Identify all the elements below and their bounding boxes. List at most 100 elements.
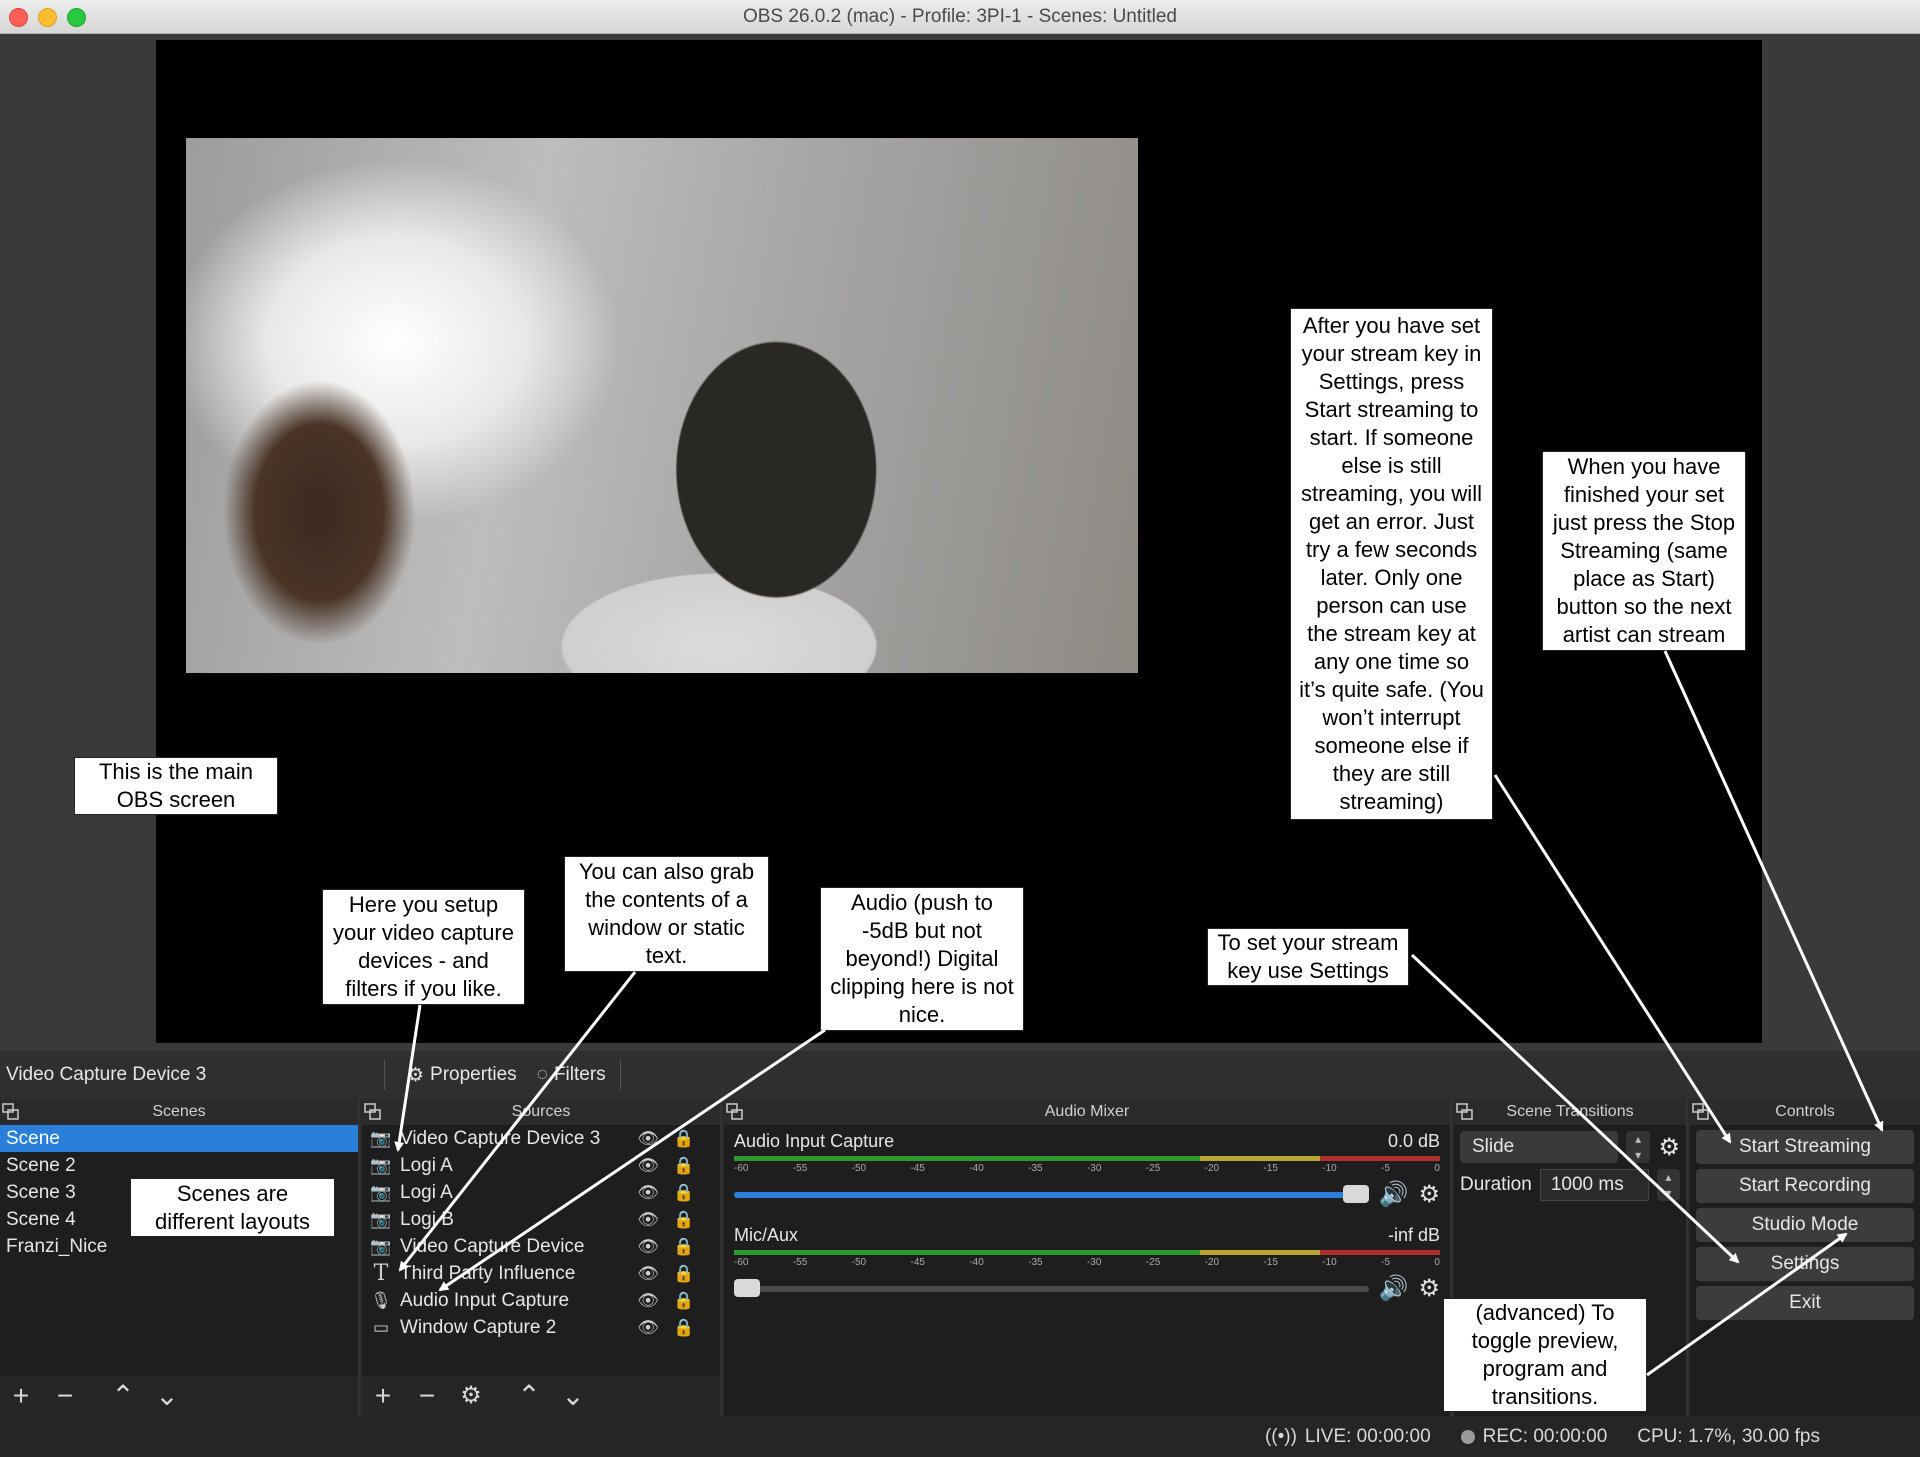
transition-select[interactable]: Slide [1460,1131,1618,1163]
sources-list: 📷 Video Capture Device 3 👁 🔒 📷 Logi A 👁 … [362,1125,720,1341]
visibility-eye-icon[interactable]: 👁 [630,1156,666,1176]
studio-mode-button[interactable]: Studio Mode [1696,1208,1914,1242]
minimize-window-button[interactable] [38,8,57,27]
lock-icon[interactable]: 🔒 [666,1156,702,1176]
speaker-icon[interactable]: 🔊 [1379,1180,1409,1209]
undock-icon[interactable] [364,1103,382,1121]
close-window-button[interactable] [9,8,28,27]
speaker-icon[interactable]: 🔊 [1379,1274,1409,1303]
toolbar-divider [384,1060,385,1090]
annotation-video-capture: Here you setup your video capture device… [322,889,525,1005]
annotation-audio: Audio (push to -5dB but not beyond!) Dig… [820,887,1024,1031]
channel-settings-gear-icon[interactable]: ⚙ [1418,1274,1440,1303]
lock-icon[interactable]: 🔒 [666,1210,702,1230]
transition-settings-gear-icon[interactable]: ⚙ [1658,1133,1680,1162]
camera-icon: 📷 [370,1209,392,1229]
window-title: OBS 26.0.2 (mac) - Profile: 3PI-1 - Scen… [742,5,1177,27]
cpu-fps: CPU: 1.7%, 30.00 fps [1637,1425,1820,1447]
tick-label: -25 [1145,1257,1161,1268]
undock-icon[interactable] [2,1103,20,1121]
toolbar-divider [619,1060,621,1090]
tick-label: -55 [792,1257,808,1268]
transition-stepper[interactable]: ▴ ▾ [1625,1131,1651,1163]
settings-button[interactable]: Settings [1696,1247,1914,1281]
annotation-scenes: Scenes are different layouts [130,1178,335,1237]
visibility-eye-icon[interactable]: 👁 [630,1291,666,1311]
volume-slider[interactable] [734,1184,1369,1203]
remove-scene-icon[interactable]: − [50,1382,80,1410]
duration-stepper[interactable]: ▴ ▾ [1656,1169,1680,1201]
tick-label: -60 [734,1163,749,1174]
lock-icon[interactable]: 🔒 [666,1291,702,1311]
source-row[interactable]: T Third Party Influence 👁 🔒 [362,1260,720,1287]
tick-label: -45 [910,1257,925,1268]
visibility-eye-icon[interactable]: 👁 [630,1210,666,1230]
source-label: Window Capture 2 [400,1316,557,1338]
lock-icon[interactable]: 🔒 [666,1264,702,1284]
volume-meter [734,1250,1440,1255]
channel-db: -inf dB [1387,1225,1440,1245]
volume-slider-handle[interactable] [734,1278,760,1297]
lock-icon[interactable]: 🔒 [666,1129,702,1149]
camera-icon: 📷 [370,1128,392,1148]
remove-source-icon[interactable]: − [412,1382,442,1410]
microphone-icon: 🎙 [370,1290,392,1310]
add-source-icon[interactable]: + [368,1382,398,1410]
lock-icon[interactable]: 🔒 [666,1237,702,1257]
visibility-eye-icon[interactable]: 👁 [630,1318,666,1338]
undock-icon[interactable] [1692,1103,1710,1121]
scene-item[interactable]: Scene 2 [0,1152,358,1179]
sources-footer: + − ⚙ ⌃ ⌄ [362,1376,720,1416]
controls-title: Controls [1775,1103,1835,1120]
move-up-icon[interactable]: ⌃ [514,1382,544,1410]
webcam-feed[interactable] [186,138,1138,673]
tick-label: -10 [1322,1257,1337,1268]
lock-icon[interactable]: 🔒 [666,1318,702,1338]
start-streaming-button[interactable]: Start Streaming [1696,1130,1914,1164]
source-row[interactable]: 📷 Logi B 👁 🔒 [362,1206,720,1233]
source-row[interactable]: 📷 Logi A 👁 🔒 [362,1152,720,1179]
mixer-dock-header: Audio Mixer [724,1099,1450,1125]
source-row[interactable]: 📷 Video Capture Device 3 👁 🔒 [362,1125,720,1152]
volume-slider[interactable] [734,1278,1369,1297]
source-properties-gear-icon[interactable]: ⚙ [456,1382,486,1410]
annotation-stream-key: To set your stream key use Settings [1207,928,1409,986]
filters-button[interactable]: ◌ Filters [537,1064,606,1086]
source-row[interactable]: ▭ Window Capture 2 👁 🔒 [362,1314,720,1341]
source-label: Video Capture Device [400,1235,585,1257]
source-row[interactable]: 📷 Video Capture Device 👁 🔒 [362,1233,720,1260]
exit-button[interactable]: Exit [1696,1286,1914,1320]
selected-source-name: Video Capture Device 3 [6,1064,207,1085]
visibility-eye-icon[interactable]: 👁 [630,1237,666,1257]
source-toolbar: Video Capture Device 3 ⚙ Properties ◌ Fi… [0,1051,1920,1099]
source-row[interactable]: 🎙 Audio Input Capture 👁 🔒 [362,1287,720,1314]
visibility-eye-icon[interactable]: 👁 [630,1183,666,1203]
move-up-icon[interactable]: ⌃ [108,1382,138,1410]
duration-input[interactable]: 1000 ms [1539,1169,1649,1201]
properties-button[interactable]: ⚙ Properties [407,1064,517,1087]
add-scene-icon[interactable]: + [6,1382,36,1410]
visibility-eye-icon[interactable]: 👁 [630,1129,666,1149]
scene-item[interactable]: Scene [0,1125,358,1152]
zoom-window-button[interactable] [67,8,86,27]
text-icon: T [373,1261,389,1286]
tick-label: -60 [734,1257,749,1268]
channel-settings-gear-icon[interactable]: ⚙ [1418,1180,1440,1209]
source-label: Audio Input Capture [400,1289,570,1311]
move-down-icon[interactable]: ⌄ [558,1382,588,1410]
undock-icon[interactable] [726,1103,744,1121]
lock-icon[interactable]: 🔒 [666,1183,702,1203]
source-label: Logi A [400,1154,453,1176]
source-row[interactable]: 📷 Logi A 👁 🔒 [362,1179,720,1206]
move-down-icon[interactable]: ⌄ [152,1382,182,1410]
visibility-eye-icon[interactable]: 👁 [630,1264,666,1284]
undock-icon[interactable] [1456,1103,1474,1121]
tick-label: -40 [969,1163,984,1174]
controls-dock-header: Controls [1690,1099,1920,1125]
volume-slider-handle[interactable] [1343,1184,1369,1203]
scene-item[interactable]: Franzi_Nice [0,1233,358,1260]
record-dot-icon [1460,1429,1475,1444]
rec-status: REC: 00:00:00 [1460,1426,1607,1448]
window-controls [9,8,86,27]
start-recording-button[interactable]: Start Recording [1696,1169,1914,1203]
